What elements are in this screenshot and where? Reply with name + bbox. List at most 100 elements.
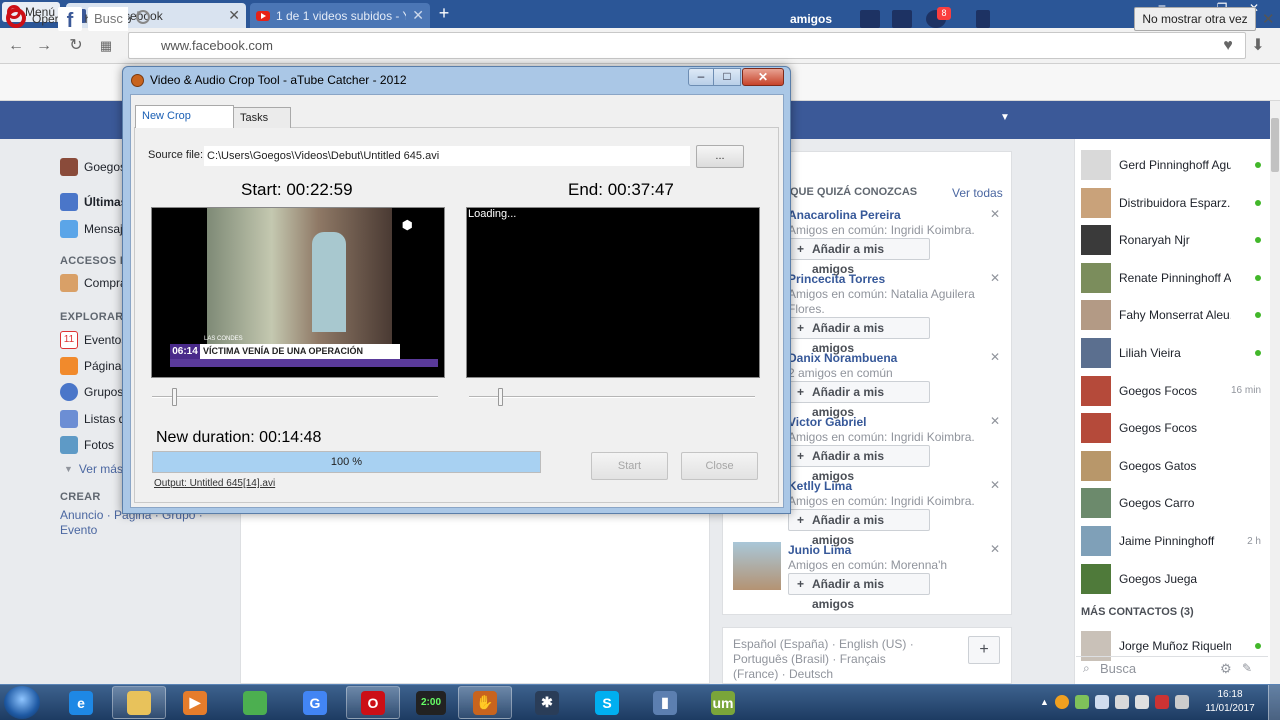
heart-icon[interactable]: ♥ — [1218, 36, 1238, 56]
chat-search-input[interactable]: Busca — [1076, 656, 1268, 682]
speed-dial-icon[interactable]: ▦ — [96, 36, 116, 56]
download-icon[interactable]: ⬇ — [1248, 36, 1268, 56]
end-slider-track[interactable] — [469, 396, 755, 398]
nav-item-listas[interactable]: Listas d — [60, 410, 125, 428]
nav-item-news-feed[interactable]: Últimas — [60, 193, 127, 211]
chat-contact[interactable]: Fahy Monserrat Aleu... — [1081, 300, 1261, 331]
taskbar-fan-app[interactable]: ✱ — [520, 686, 574, 719]
nav-item-paginas[interactable]: Páginas — [60, 357, 127, 375]
chat-contact[interactable]: Goegos Gatos — [1081, 450, 1261, 481]
nav-item-fotos[interactable]: Fotos — [60, 436, 114, 454]
back-icon[interactable]: ← — [6, 36, 26, 56]
facebook-logo-icon[interactable]: f — [58, 7, 82, 32]
tray-app-icon[interactable] — [1054, 695, 1069, 709]
chat-contact[interactable]: Goegos Focos 16 min — [1081, 375, 1261, 406]
messages-icon[interactable] — [892, 10, 912, 28]
gear-icon[interactable]: ⚙ — [1220, 661, 1232, 677]
minimize-icon[interactable]: – — [688, 68, 714, 86]
chat-contact[interactable]: Jaime Pinninghoff 2 h — [1081, 526, 1261, 556]
close-button[interactable]: Close — [681, 452, 758, 480]
account-menu-icon[interactable]: ▼ — [1000, 112, 1010, 123]
header-amigos-link[interactable]: amigos — [790, 12, 832, 26]
start-button[interactable]: Start — [591, 452, 668, 480]
nav-item-messages[interactable]: Mensaj — [60, 220, 123, 238]
nav-item-eventos[interactable]: 11 Eventos — [60, 331, 127, 349]
chat-contact[interactable]: Goegos Juega — [1081, 563, 1261, 594]
chat-contact[interactable]: Goegos Focos — [1081, 413, 1261, 444]
tab-youtube[interactable]: 1 de 1 videos subidos - Yo ✕ — [250, 3, 430, 28]
add-friend-button[interactable]: Añadir a mis amigos — [788, 381, 930, 419]
url-field[interactable]: www.facebook.com — [128, 32, 1246, 59]
taskbar-clock-app[interactable]: 2:00 — [404, 686, 458, 719]
close-icon[interactable]: ✕ — [990, 414, 1000, 428]
close-icon[interactable]: ✕ — [990, 350, 1000, 364]
taskbar-skype[interactable]: S — [580, 686, 634, 719]
chat-contact[interactable]: Gerd Pinninghoff Aguila — [1081, 150, 1261, 180]
show-hidden-icons-icon[interactable]: ▲ — [1040, 697, 1049, 707]
source-file-input[interactable]: C:\Users\Goegos\Videos\Debut\Untitled 64… — [204, 146, 690, 166]
scrollbar-thumb[interactable] — [1271, 118, 1279, 172]
action-center-icon[interactable] — [1094, 695, 1109, 709]
start-slider-thumb[interactable] — [172, 388, 178, 406]
taskbar-chrome[interactable] — [228, 686, 282, 719]
forward-icon[interactable]: → — [34, 36, 54, 56]
tab-new-crop[interactable]: New Crop — [135, 105, 234, 128]
new-tab-button[interactable]: + — [434, 3, 454, 23]
close-dialog-icon[interactable]: ✕ — [742, 68, 784, 86]
start-slider-track[interactable] — [152, 396, 438, 398]
add-friend-button[interactable]: Añadir a mis amigos — [788, 573, 930, 611]
no-mostrar-button[interactable]: No mostrar otra vez — [1134, 7, 1256, 31]
end-slider-thumb[interactable] — [497, 388, 503, 406]
taskbar-google-g[interactable]: G — [288, 686, 342, 719]
close-tab-icon[interactable]: ✕ — [412, 7, 424, 24]
tray-app-icon[interactable] — [1154, 695, 1169, 709]
ver-mas-link[interactable]: ▼ Ver más — [64, 460, 123, 478]
pymk-person-name[interactable]: Princecita Torres — [788, 272, 885, 286]
profile-link[interactable]: Goegos — [60, 158, 126, 176]
close-icon[interactable]: ✕ — [990, 478, 1000, 492]
output-file-link[interactable]: Output: Untitled 645[14].avi — [154, 478, 275, 489]
chat-contact[interactable]: Renate Pinninghoff A... — [1081, 262, 1261, 293]
add-friend-button[interactable]: Añadir a mis amigos — [788, 445, 930, 483]
language-links[interactable]: Español (España) · English (US) · Portug… — [733, 637, 933, 682]
taskbar-internet-explorer[interactable]: e — [54, 686, 108, 719]
new-message-icon[interactable]: ✎ — [1242, 661, 1252, 675]
close-icon[interactable]: ✕ — [990, 207, 1000, 221]
pymk-person-name[interactable]: Ketlly Lima — [788, 479, 852, 493]
network-icon[interactable] — [1114, 695, 1129, 709]
close-icon[interactable]: ✕ — [990, 542, 1000, 556]
more-languages-button[interactable]: + — [968, 636, 1000, 664]
taskbar-video-editor[interactable]: ▮ — [638, 686, 692, 719]
page-scrollbar[interactable] — [1270, 101, 1280, 684]
taskbar-atube-catcher[interactable]: ✋ — [458, 686, 512, 719]
browse-button[interactable]: ... — [696, 145, 744, 168]
tab-tasks[interactable]: Tasks — [233, 107, 291, 128]
add-friend-button[interactable]: Añadir a mis amigos — [788, 509, 930, 547]
chat-contact[interactable]: Ronaryah Njr — [1081, 225, 1261, 256]
reload-icon[interactable]: ↻ — [66, 36, 86, 56]
see-all-link[interactable]: Ver todas — [952, 186, 1003, 200]
privacy-icon[interactable] — [976, 10, 990, 28]
nav-item-compra[interactable]: Compra — [60, 274, 127, 292]
chat-contact[interactable]: Goegos Carro — [1081, 488, 1261, 519]
taskbar-movie-maker[interactable]: um — [696, 686, 750, 719]
maximize-icon[interactable]: □ — [713, 68, 741, 86]
taskbar-media-player[interactable]: ▶ — [168, 686, 222, 719]
pymk-person-name[interactable]: Danix Norambuena — [788, 351, 897, 365]
chat-contact[interactable]: Liliah Vieira — [1081, 338, 1261, 368]
language-icon[interactable] — [1174, 695, 1189, 709]
nav-item-grupos[interactable]: Grupos — [60, 383, 123, 401]
friend-requests-icon[interactable] — [860, 10, 880, 28]
pymk-person-name[interactable]: Anacarolina Pereira — [788, 208, 901, 222]
taskbar-opera[interactable]: O — [346, 686, 400, 719]
show-desktop-button[interactable] — [1268, 685, 1280, 720]
close-tab-icon[interactable]: ✕ — [228, 7, 240, 24]
volume-icon[interactable] — [1134, 695, 1149, 709]
close-notice-icon[interactable]: ✕ — [1262, 10, 1275, 28]
taskbar-file-explorer[interactable] — [112, 686, 166, 719]
pymk-person-name[interactable]: Victor Gabriel — [788, 415, 866, 429]
taskbar-clock[interactable]: 16:18 11/01/2017 — [1198, 688, 1262, 716]
start-button-icon[interactable] — [4, 686, 40, 719]
add-friend-button[interactable]: Añadir a mis amigos — [788, 317, 930, 355]
pymk-avatar[interactable] — [733, 542, 781, 590]
